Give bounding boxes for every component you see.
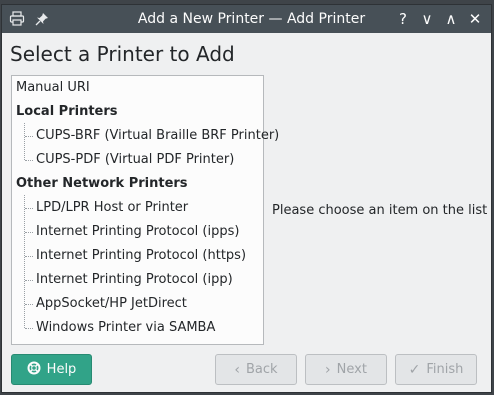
- tree-branch-line: [24, 123, 25, 160]
- context-help-button[interactable]: ?: [393, 9, 413, 29]
- tree-item-ipp[interactable]: Internet Printing Protocol (ipp): [36, 269, 233, 291]
- tree-item-https[interactable]: Internet Printing Protocol (https): [36, 245, 246, 267]
- tree-item-cups-pdf[interactable]: CUPS-PDF (Virtual PDF Printer): [36, 149, 234, 171]
- finish-button[interactable]: ✓ Finish: [395, 354, 477, 385]
- chevron-left-icon: ‹: [234, 361, 241, 378]
- tree-branch-line: [25, 208, 33, 209]
- tree-branch-line: [25, 280, 33, 281]
- next-button[interactable]: › Next: [305, 354, 387, 385]
- checkmark-icon: ✓: [408, 361, 421, 378]
- next-button-label: Next: [336, 362, 367, 377]
- back-button-label: Back: [246, 362, 278, 377]
- tree-branch-line: [25, 328, 33, 329]
- tree-category-local-printers[interactable]: Local Printers: [16, 101, 118, 123]
- maximize-button[interactable]: ∧: [441, 9, 461, 29]
- tree-item-ipps[interactable]: Internet Printing Protocol (ipps): [36, 221, 239, 243]
- finish-button-label: Finish: [426, 362, 464, 377]
- close-button[interactable]: ✕: [465, 9, 485, 29]
- tree-branch-line: [25, 304, 33, 305]
- tree-item-manual-uri[interactable]: Manual URI: [16, 77, 90, 99]
- tree-item-appsocket[interactable]: AppSocket/HP JetDirect: [36, 293, 187, 315]
- help-button-label: Help: [46, 362, 77, 377]
- tree-branch-line: [25, 136, 33, 137]
- tree-branch-line: [24, 195, 25, 328]
- title-bar: Add a New Printer — Add Printer ? ∨ ∧ ✕: [2, 5, 491, 33]
- page-title: Select a Printer to Add: [10, 42, 235, 66]
- tree-item-samba[interactable]: Windows Printer via SAMBA: [36, 317, 215, 339]
- tree-item-lpd[interactable]: LPD/LPR Host or Printer: [36, 197, 188, 219]
- chevron-right-icon: ›: [325, 361, 331, 378]
- tree-branch-line: [25, 256, 33, 257]
- tree-item-cups-brf[interactable]: CUPS-BRF (Virtual Braille BRF Printer): [36, 125, 279, 147]
- tree-branch-line: [25, 160, 33, 161]
- tree-branch-line: [25, 232, 33, 233]
- add-printer-window: Add a New Printer — Add Printer ? ∨ ∧ ✕ …: [1, 4, 492, 393]
- lifebuoy-icon: [27, 361, 41, 379]
- selection-hint: Please choose an item on the list: [272, 203, 488, 218]
- back-button[interactable]: ‹ Back: [215, 354, 297, 385]
- minimize-button[interactable]: ∨: [417, 9, 437, 29]
- tree-category-network-printers[interactable]: Other Network Printers: [16, 173, 188, 195]
- printer-type-tree[interactable]: Manual URI Local Printers CUPS-BRF (Virt…: [11, 75, 279, 345]
- help-button[interactable]: Help: [11, 354, 92, 385]
